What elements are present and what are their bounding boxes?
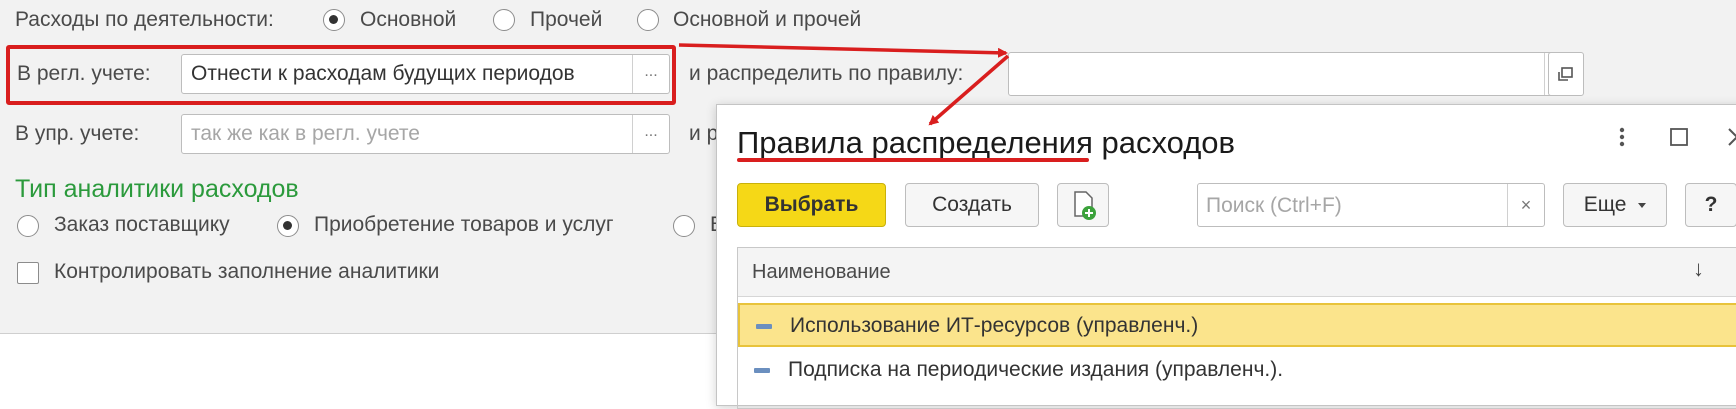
table-row[interactable]: Использование ИТ-ресурсов (управленч.) xyxy=(738,303,1736,347)
upr-distribute-label-partial: и р xyxy=(689,122,719,145)
add-document-icon[interactable] xyxy=(1057,183,1109,227)
distribute-rule-field[interactable] xyxy=(1008,52,1582,96)
control-analytics-checkbox[interactable] xyxy=(17,262,39,284)
catalog-item-icon xyxy=(756,324,772,329)
upr-label: В упр. учете: xyxy=(15,122,140,145)
search-field[interactable]: Поиск (Ctrl+F) × xyxy=(1197,183,1545,227)
distribute-label: и распределить по правилу: xyxy=(689,62,964,85)
radio-activity-both-label[interactable]: Основной и прочей xyxy=(673,7,861,33)
radio-activity-other[interactable] xyxy=(493,9,515,31)
radio-analytics-order[interactable] xyxy=(17,215,39,237)
activity-label: Расходы по деятельности: xyxy=(15,8,274,31)
upr-placeholder: так же как в регл. учете xyxy=(191,122,420,145)
search-placeholder: Поиск (Ctrl+F) xyxy=(1206,194,1342,217)
open-icon-glyph xyxy=(1558,67,1573,81)
radio-activity-both[interactable] xyxy=(637,9,659,31)
chevron-down-icon xyxy=(1638,202,1647,208)
close-icon[interactable] xyxy=(1719,119,1736,155)
distribution-rules-dialog: Правила распределения расходов Выбрать С… xyxy=(716,104,1736,409)
upr-select-button[interactable]: ... xyxy=(632,115,669,153)
upr-field[interactable]: так же как в регл. учете ... xyxy=(181,114,670,154)
rules-table: Наименование ↓ Использование ИТ-ресурсов… xyxy=(737,247,1736,409)
search-clear-icon[interactable]: × xyxy=(1507,184,1544,226)
sort-arrow-icon[interactable]: ↓ xyxy=(1693,256,1704,282)
annotation-highlight-box xyxy=(6,45,676,105)
create-button[interactable]: Создать xyxy=(905,183,1039,227)
add-document-glyph xyxy=(1074,191,1096,220)
help-button[interactable]: ? xyxy=(1685,183,1736,227)
row-name: Использование ИТ-ресурсов (управленч.) xyxy=(790,314,1199,337)
radio-analytics-third[interactable] xyxy=(673,215,695,237)
maximize-icon[interactable] xyxy=(1661,119,1697,155)
table-row[interactable]: Подписка на периодические издания (управ… xyxy=(738,349,1736,393)
dialog-title: Правила распределения расходов xyxy=(737,125,1236,160)
radio-analytics-order-label[interactable]: Заказ поставщику xyxy=(54,212,230,238)
analytics-section-title: Тип аналитики расходов xyxy=(15,175,299,203)
radio-activity-main-label[interactable]: Основной xyxy=(360,7,456,33)
radio-analytics-purchase-label[interactable]: Приобретение товаров и услуг xyxy=(314,212,614,238)
column-header-name[interactable]: Наименование xyxy=(752,259,891,285)
more-button-label: Еще xyxy=(1583,193,1627,216)
control-analytics-label[interactable]: Контролировать заполнение аналитики xyxy=(54,259,439,285)
table-header: Наименование ↓ xyxy=(738,248,1736,297)
catalog-item-icon xyxy=(754,368,770,373)
more-button[interactable]: Еще xyxy=(1563,183,1667,227)
radio-activity-main[interactable] xyxy=(323,9,345,31)
row-name: Подписка на периодические издания (управ… xyxy=(788,358,1284,381)
annotation-title-underline xyxy=(737,158,1089,162)
open-icon[interactable] xyxy=(1548,52,1584,96)
select-button[interactable]: Выбрать xyxy=(737,183,886,227)
radio-analytics-purchase[interactable] xyxy=(277,215,299,237)
radio-activity-other-label[interactable]: Прочей xyxy=(530,7,602,33)
vertical-dots-icon[interactable] xyxy=(1604,119,1640,155)
